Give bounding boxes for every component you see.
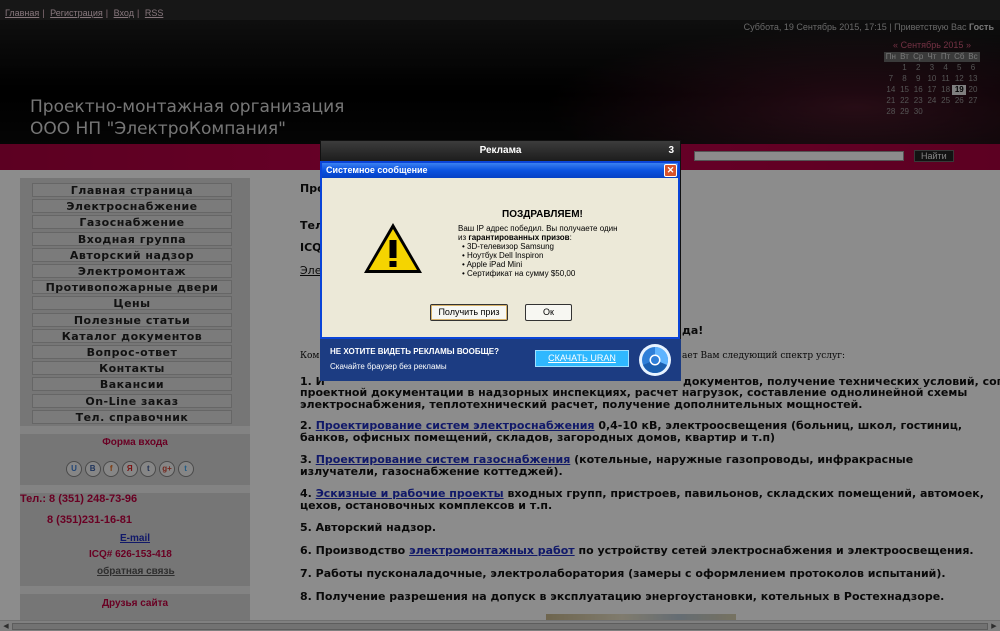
dialog-title: Системное сообщение (322, 163, 678, 178)
ad-promo-bar: НЕ ХОТИТЕ ВИДЕТЬ РЕКЛАМЫ ВООБЩЕ? Скачайт… (320, 339, 681, 381)
message-line-2-pre: из (458, 233, 467, 242)
prize-item: • 3D-телевизор Samsung (462, 242, 555, 251)
message-line-2: из гарантированных призов: (458, 233, 668, 242)
web-page: Суббота, 19 Сентябрь 2015, 17:15 | Приве… (0, 0, 1000, 631)
download-uran-button[interactable]: СКАЧАТЬ URAN (535, 350, 629, 367)
congrats-heading: ПОЗДРАВЛЯЕМ! (502, 209, 583, 220)
ad-title: Реклама (321, 141, 680, 161)
get-prize-button[interactable]: Получить приз (430, 304, 508, 321)
promo-question: НЕ ХОТИТЕ ВИДЕТЬ РЕКЛАМЫ ВООБЩЕ? (330, 347, 500, 356)
browser-logo-icon (639, 344, 671, 376)
message-line-2-post: : (569, 233, 572, 242)
promo-subtitle: Скачайте браузер без рекламы (330, 362, 447, 371)
prize-item: • Сертификат на сумму $50,00 (462, 269, 576, 278)
message-line-2-bold: гарантированных призов (468, 233, 570, 242)
prize-message: Ваш IP адрес победил. Вы получаете один … (458, 224, 668, 278)
prize-item: • Apple iPad Mini (462, 260, 523, 269)
ok-button[interactable]: Ок (525, 304, 572, 321)
prize-list: • 3D-телевизор Samsung • Ноутбук Dell In… (458, 242, 668, 278)
prize-item: • Ноутбук Dell Inspiron (462, 251, 544, 260)
fake-system-dialog: Системное сообщение ✕ ПОЗДРАВЛЯЕМ! Ваш I… (320, 161, 680, 339)
warning-icon (364, 223, 422, 273)
ad-countdown: 3 (668, 145, 674, 156)
message-line-1: Ваш IP адрес победил. Вы получаете один (458, 224, 618, 233)
close-icon[interactable]: ✕ (664, 164, 677, 177)
